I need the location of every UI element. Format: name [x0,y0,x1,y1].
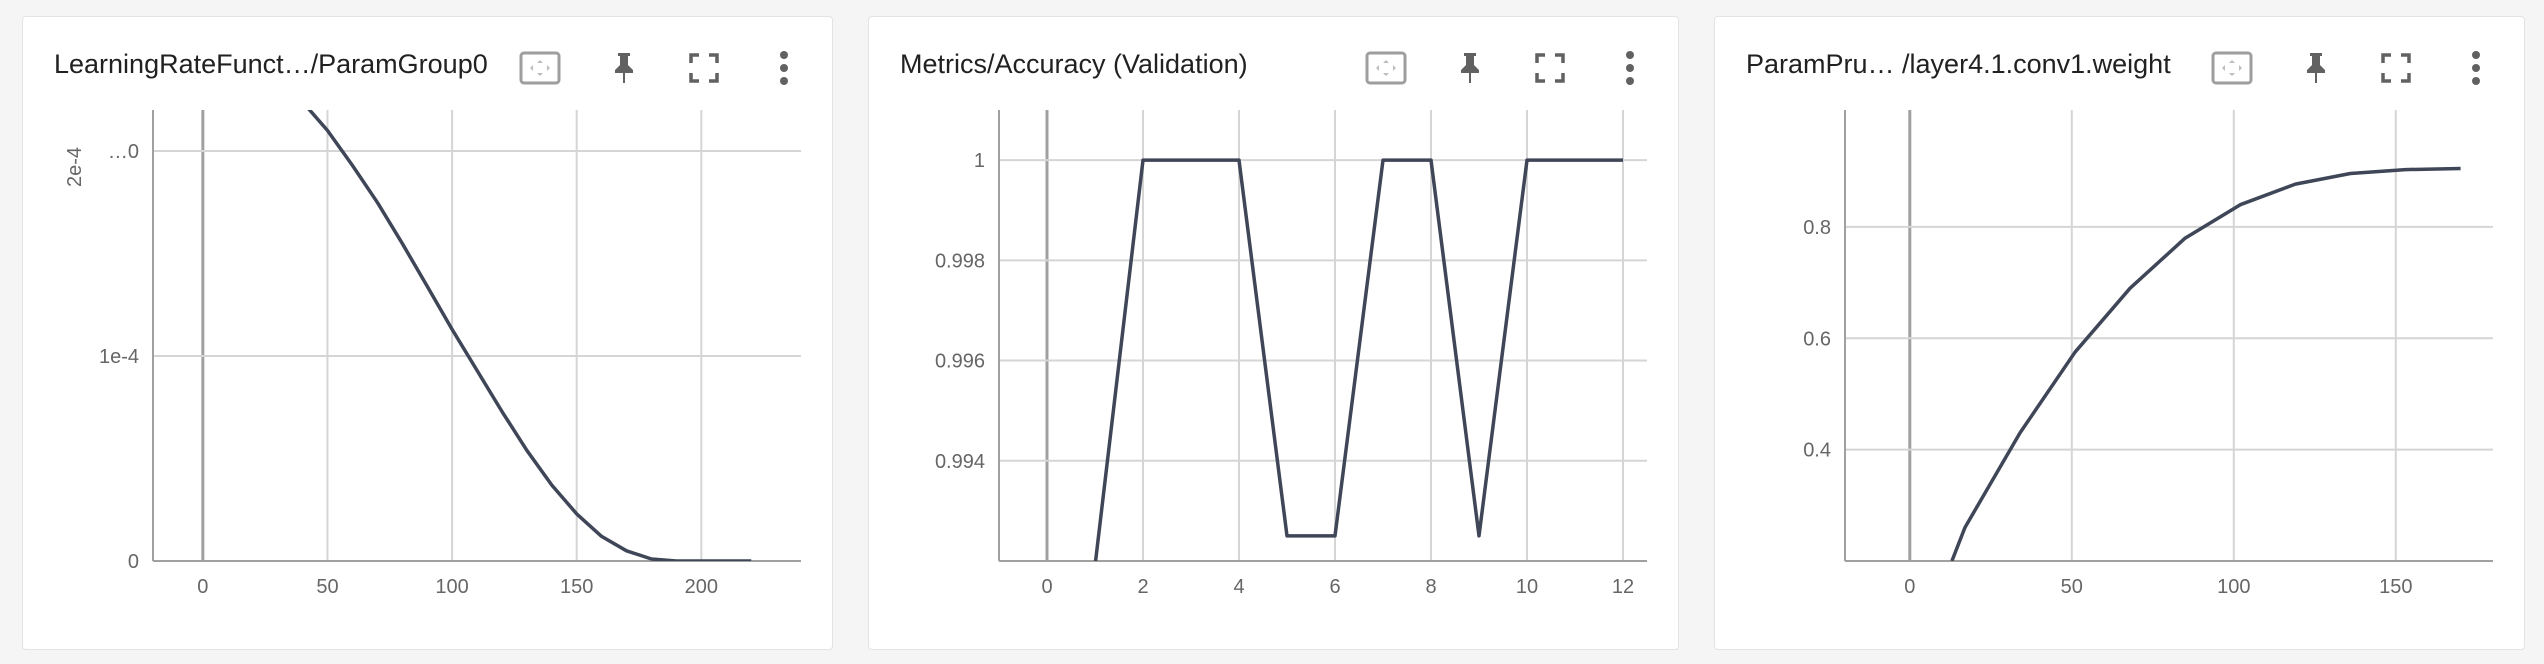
x-tick-label: 100 [435,576,468,598]
line-chart-accuracy: 0 2 4 6 8 10 12 0.994 0.996 0.998 1 [935,110,1647,598]
x-tick-label: 4 [1233,576,1244,598]
line-chart-param-pruning: 0 50 100 150 0.4 0.6 0.8 [1803,110,2493,598]
x-tick-label: 100 [2217,576,2250,598]
x-tick-label: 8 [1425,576,1436,598]
y-tick-label: 0 [128,551,139,573]
y-tick-label: …0 [108,141,139,163]
x-tick-label: 150 [2379,576,2412,598]
y-tick-label: 0.996 [935,351,985,373]
x-tick-label: 50 [2061,576,2083,598]
y-tick-label: 0.6 [1803,328,1831,350]
y-tick-label: 1e-4 [99,346,139,368]
y-tick-label: 0.8 [1803,217,1831,239]
y-tick-label: 0.4 [1803,440,1831,462]
chart-card-accuracy: Metrics/Accuracy (Validation) 0 2 4 6 8 10 12 0… [868,16,1679,650]
y-tick-label: 0.994 [935,451,985,473]
x-tick-label: 0 [1041,576,1052,598]
x-tick-label: 12 [1612,576,1634,598]
x-tick-label: 0 [1904,576,1915,598]
x-tick-label: 200 [685,576,718,598]
chart-card-param-pruning: ParamPru… /layer4.1.conv1.weight 0 50 100 1… [1714,16,2525,650]
x-tick-label: 10 [1516,576,1538,598]
y-tick-label-rotated: 2e-4 [64,147,86,187]
x-tick-label: 150 [560,576,593,598]
x-tick-label: 2 [1137,576,1148,598]
series-line [1093,158,1623,561]
x-tick-label: 50 [316,576,338,598]
y-tick-label: 1 [974,150,985,172]
x-tick-label: 0 [197,576,208,598]
line-chart-learning-rate: 0 50 100 150 200 0 1e-4 …0 2e-4 [64,110,801,598]
chart-card-learning-rate: LearningRateFunct…/ParamGroup0 0 50 100 150… [22,16,833,650]
series-line [307,110,752,561]
y-tick-label: 0.998 [935,250,985,272]
x-tick-label: 6 [1329,576,1340,598]
